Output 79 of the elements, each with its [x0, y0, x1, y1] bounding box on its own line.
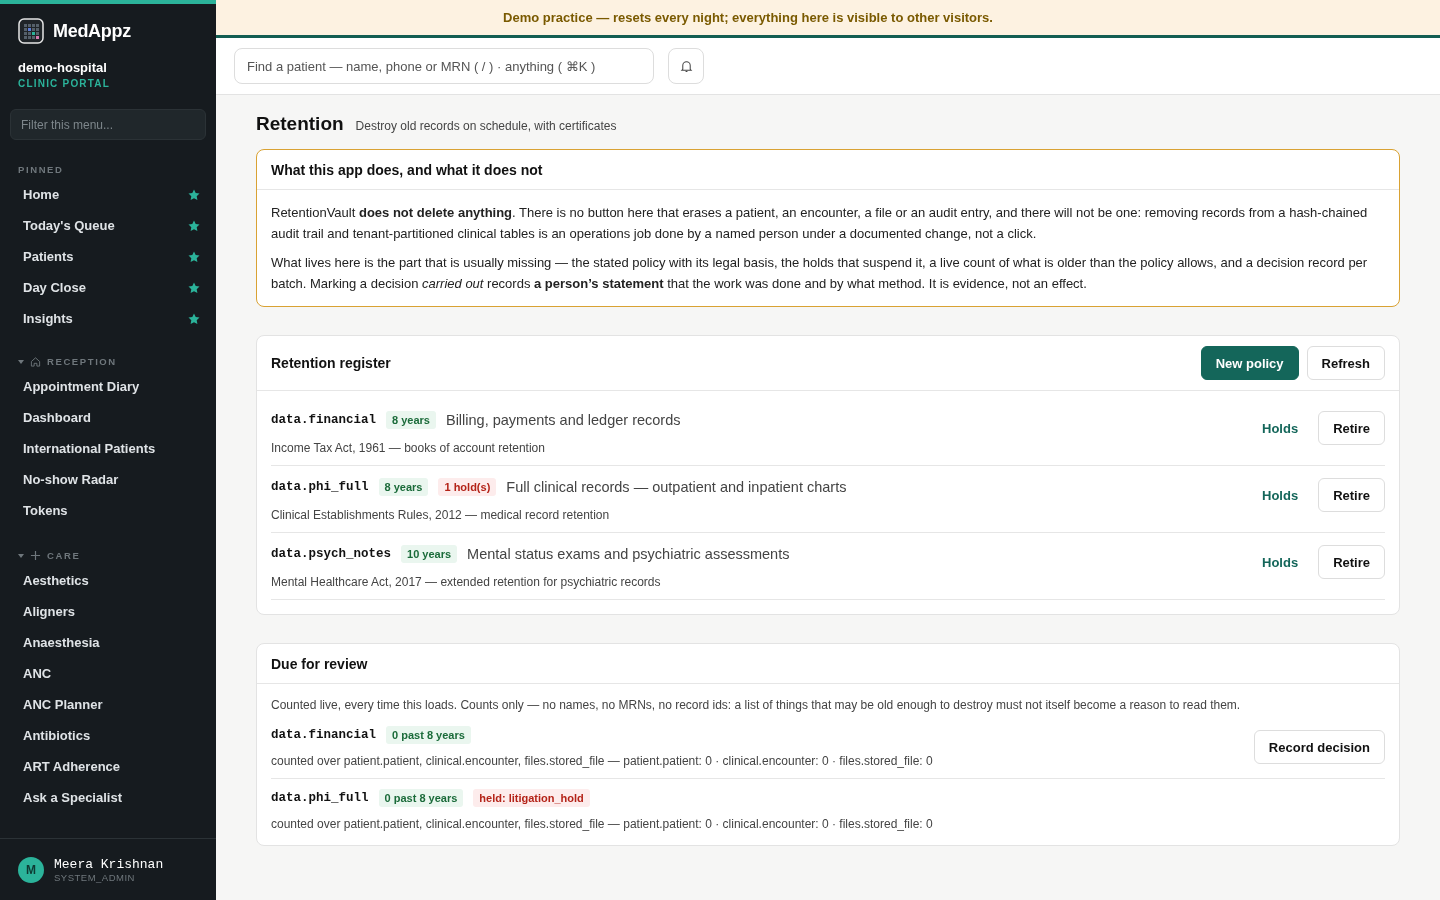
- hold-tag: 1 hold(s): [438, 478, 497, 496]
- hold-tag: held: litigation_hold: [473, 789, 590, 807]
- holds-link[interactable]: Holds: [1262, 487, 1299, 503]
- nav-item[interactable]: Dashboard: [0, 402, 216, 433]
- nav-item[interactable]: Appointment Diary: [0, 371, 216, 402]
- filter-field[interactable]: Filter this menu...: [10, 109, 206, 140]
- nav-item[interactable]: Aesthetics: [0, 565, 216, 596]
- policy-key: data.financial: [271, 728, 377, 742]
- group-label: RECEPTION: [47, 356, 117, 367]
- count-detail: counted over patient.patient, clinical.encounter, files.stored_file — patient.patient: 0 · clinical.encounter: 0 · files.stored_file: 0: [271, 817, 933, 831]
- brand-name: MedAppz: [53, 20, 131, 42]
- page-title: Retention: [256, 113, 344, 135]
- policy-description: Billing, payments and ledger records: [445, 412, 681, 428]
- nav-item[interactable]: ANC Planner: [0, 689, 216, 720]
- group-label: PINNED: [18, 164, 64, 175]
- refresh-button[interactable]: Refresh: [1306, 346, 1385, 380]
- nav-item[interactable]: Home: [0, 179, 216, 210]
- user-name: Meera Krishnan: [54, 856, 164, 872]
- card-title: Retention register: [271, 355, 391, 371]
- count-tag: 0 past 8 years: [386, 726, 471, 744]
- star-icon[interactable]: [188, 281, 200, 294]
- legal-basis: Income Tax Act, 1961 — books of account retention: [271, 441, 546, 455]
- record-decision-button[interactable]: Record decision: [1253, 730, 1385, 764]
- period-tag: 8 years: [378, 478, 429, 496]
- retire-button[interactable]: Retire: [1318, 478, 1385, 512]
- retire-button[interactable]: Retire: [1318, 545, 1385, 579]
- caret-icon[interactable]: [18, 552, 24, 559]
- nav-item[interactable]: Ask a Specialist: [0, 782, 216, 813]
- count-detail: counted over patient.patient, clinical.encounter, files.stored_file — patient.patient: 0 · clinical.encounter: 0 · files.stored_file: 0: [271, 754, 933, 768]
- nav-item[interactable]: Aligners: [0, 596, 216, 627]
- notice-paragraph: RetentionVault does not delete anything. There is no button here that erases a patient, an encounter, a file or an audit entry, and there will not be one: removing records from a hash-chained audit trail and tenant-partitioned clinical tables is an operations job done by a named person under a documented change, not a click.: [271, 204, 1369, 243]
- period-tag: 10 years: [401, 545, 458, 563]
- tenant-name: demo-hospital: [17, 59, 108, 75]
- star-icon[interactable]: [188, 219, 200, 232]
- notice-paragraph: What lives here is the part that is usually missing — the stated policy with its legal basis, the holds that suspend it, a live count of what is older than the policy allows, and a decision record per batch. Marking a decision carried out records a person’s statement that the work was done and by what method. It is evidence, not an effect.: [271, 254, 1369, 293]
- user-avatar: M: [18, 856, 44, 883]
- policy-description: Mental status exams and psychiatric assessments: [467, 546, 790, 562]
- card-title: What this app does, and what it does not: [271, 161, 543, 178]
- caret-icon[interactable]: [18, 358, 24, 365]
- star-icon[interactable]: [188, 250, 200, 263]
- policy-key: data.financial: [271, 413, 377, 427]
- nav-item[interactable]: Insights: [0, 303, 216, 334]
- policy-key: data.phi_full: [271, 791, 369, 805]
- nav-item[interactable]: Tokens: [0, 495, 216, 526]
- new-policy-button[interactable]: New policy: [1200, 346, 1299, 380]
- nav-item[interactable]: ART Adherence: [0, 751, 216, 782]
- nav-item[interactable]: Day Close: [0, 272, 216, 303]
- nav-item[interactable]: ANC: [0, 658, 216, 689]
- page-subtitle: Destroy old records on schedule, with certificates: [355, 119, 617, 133]
- holds-link[interactable]: Holds: [1262, 420, 1299, 436]
- policy-key: data.psych_notes: [271, 547, 392, 561]
- legal-basis: Clinical Establishments Rules, 2012 — medical record retention: [271, 508, 611, 522]
- plus-icon: [30, 550, 41, 561]
- nav-item[interactable]: Anaesthesia: [0, 627, 216, 658]
- group-label: CARE: [47, 550, 81, 561]
- nav-item[interactable]: Antibiotics: [0, 720, 216, 751]
- nav-item[interactable]: No-show Radar: [0, 464, 216, 495]
- retire-button[interactable]: Retire: [1318, 411, 1385, 445]
- user-role: SYSTEM_ADMIN: [54, 871, 136, 883]
- star-icon[interactable]: [188, 312, 200, 325]
- count-tag: 0 past 8 years: [378, 789, 464, 807]
- period-tag: 8 years: [386, 411, 436, 429]
- nav-item[interactable]: Patients: [0, 241, 216, 272]
- bell-icon: [679, 59, 693, 73]
- search-field[interactable]: Find a patient — name, phone or MRN ( / ) · anything ( ⌘K ): [234, 48, 654, 84]
- holds-link[interactable]: Holds: [1262, 554, 1299, 570]
- nav-item[interactable]: International Patients: [0, 433, 216, 464]
- house-icon: [30, 356, 41, 367]
- policy-key: data.phi_full: [271, 480, 369, 494]
- card-title: Due for review: [271, 655, 368, 672]
- portal-label: CLINIC PORTAL: [17, 77, 112, 89]
- demo-banner: Demo practice — resets every night; everything here is visible to other visitors.: [216, 0, 1440, 38]
- legal-basis: Mental Healthcare Act, 2017 — extended retention for psychiatric records: [271, 575, 662, 589]
- review-intro: Counted live, every time this loads. Counts only — no names, no MRNs, no record ids: a list of things that may be old enough to destroy must not itself become a reason to read them.: [271, 698, 1242, 712]
- notifications-button[interactable]: [668, 48, 704, 84]
- logo-icon: [18, 18, 44, 44]
- policy-description: Full clinical records — outpatient and inpatient charts: [506, 479, 847, 495]
- nav-item[interactable]: Today's Queue: [0, 210, 216, 241]
- star-icon[interactable]: [188, 188, 200, 201]
